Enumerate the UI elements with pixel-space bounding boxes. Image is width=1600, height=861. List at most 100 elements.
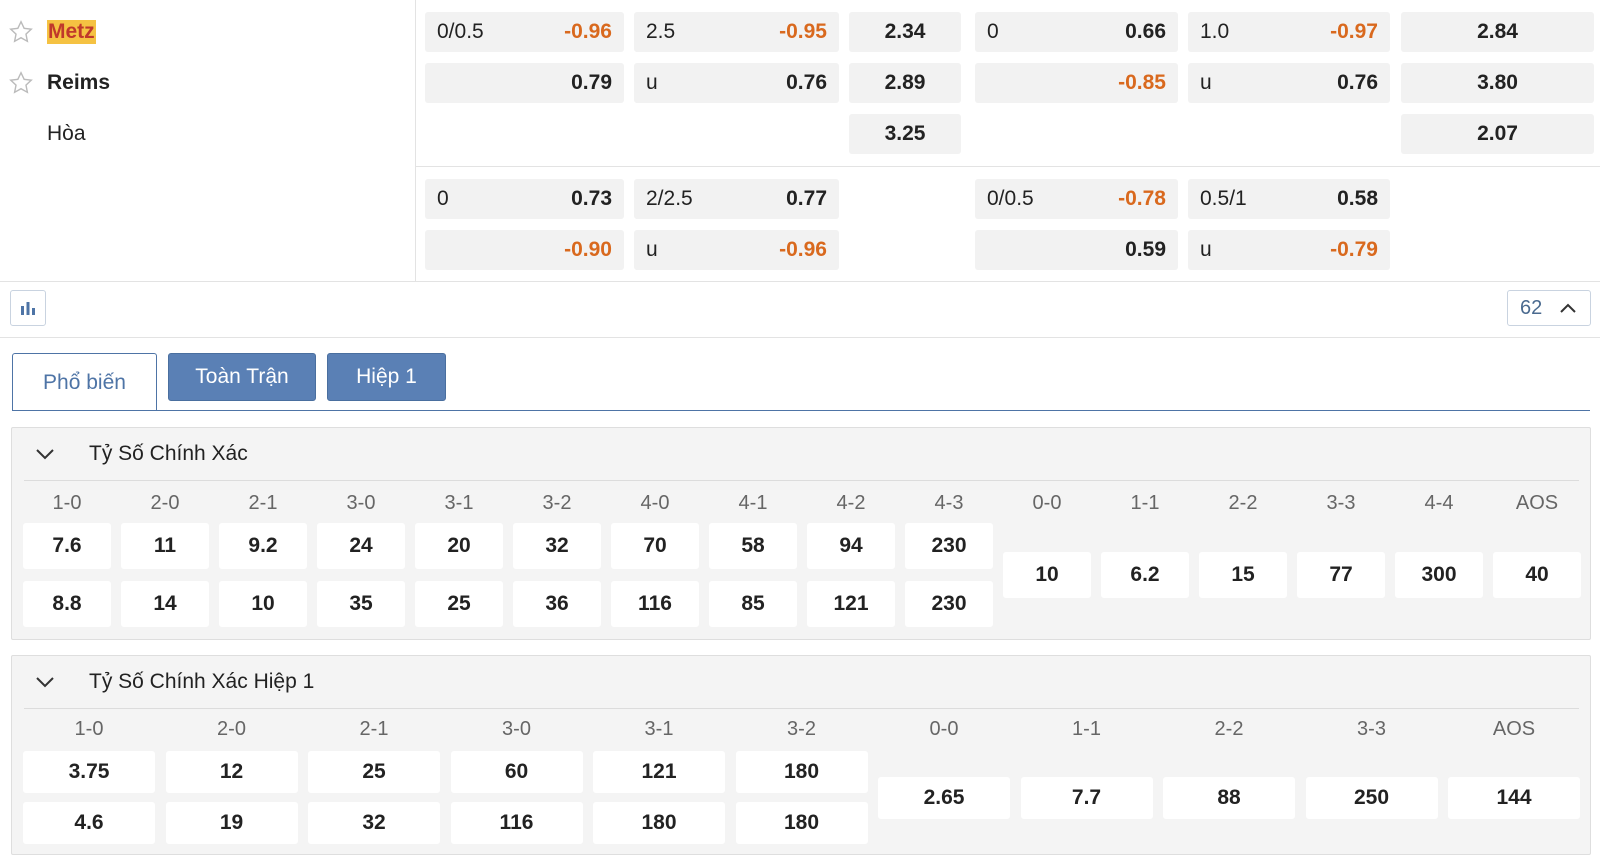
score-header: 2-2: [1214, 718, 1244, 740]
alt-ou-h1-over-odds[interactable]: 0.5/1 0.58: [1188, 179, 1390, 219]
market-toolbar: 62: [0, 282, 1600, 338]
x12-ft-draw-odds[interactable]: 3.25: [849, 114, 961, 154]
draw-score-odds[interactable]: 10: [1003, 552, 1091, 598]
x12-ft-away-odds[interactable]: 2.89: [849, 63, 961, 103]
panel-header[interactable]: Tỷ Số Chính Xác Hiệp 1: [24, 656, 1579, 709]
under-label: u: [1200, 71, 1212, 94]
odds-value: 2.84: [1477, 20, 1518, 43]
home-score-odds[interactable]: 11: [121, 523, 209, 569]
panel-title: Tỷ Số Chính Xác Hiệp 1: [89, 670, 315, 693]
draw-score-odds[interactable]: 7.7: [1020, 777, 1153, 819]
home-score-odds[interactable]: 20: [415, 523, 503, 569]
home-score-odds[interactable]: 60: [450, 751, 583, 793]
draw-score-odds[interactable]: 6.2: [1101, 552, 1189, 598]
handicap-line: 0: [437, 187, 449, 210]
away-score-odds[interactable]: 36: [513, 581, 601, 627]
ou-h1-under-odds[interactable]: u 0.76: [1188, 63, 1390, 103]
under-label: u: [1200, 238, 1212, 261]
score-header: AOS: [1515, 492, 1559, 514]
away-score-odds[interactable]: 14: [121, 581, 209, 627]
away-score-odds[interactable]: 32: [308, 802, 440, 844]
home-score-odds[interactable]: 121: [593, 751, 725, 793]
away-score-odds[interactable]: 121: [807, 581, 895, 627]
handicap-line: 0/0.5: [437, 20, 484, 43]
home-score-odds[interactable]: 9.2: [219, 523, 307, 569]
draw-score-odds[interactable]: 2.65: [878, 777, 1010, 819]
draw-score-odds[interactable]: 144: [1448, 777, 1580, 819]
under-label: u: [646, 238, 658, 261]
score-header: AOS: [1492, 718, 1536, 740]
tab-full-match[interactable]: Toàn Trận: [168, 353, 316, 401]
alt-hdp-h1-home-odds[interactable]: 0/0.5 -0.78: [975, 179, 1178, 219]
draw-score-odds[interactable]: 15: [1199, 552, 1287, 598]
home-score-odds[interactable]: 12: [165, 751, 298, 793]
away-score-odds[interactable]: 25: [415, 581, 503, 627]
home-score-odds[interactable]: 230: [905, 523, 993, 569]
away-score-odds[interactable]: 180: [593, 802, 725, 844]
away-score-odds[interactable]: 116: [450, 802, 583, 844]
score-header: 3-1: [644, 718, 674, 740]
hdp-ft-away-odds[interactable]: 0.79: [425, 63, 624, 103]
home-score-odds[interactable]: 3.75: [23, 751, 155, 793]
odds-value: 0.76: [1337, 71, 1378, 94]
alt-ou-ft-over-odds[interactable]: 2/2.5 0.77: [634, 179, 839, 219]
odds-value: -0.96: [779, 238, 827, 261]
draw-score-odds[interactable]: 88: [1163, 777, 1295, 819]
away-score-odds[interactable]: 8.8: [23, 581, 111, 627]
home-score-odds[interactable]: 180: [735, 751, 868, 793]
panel-title: Tỷ Số Chính Xác: [89, 442, 248, 465]
score-header: 2-1: [248, 492, 278, 514]
home-score-odds[interactable]: 32: [513, 523, 601, 569]
hdp-h1-away-odds[interactable]: -0.85: [975, 63, 1178, 103]
away-score-odds[interactable]: 116: [611, 581, 699, 627]
away-score-odds[interactable]: 19: [165, 802, 298, 844]
home-score-odds[interactable]: 25: [308, 751, 440, 793]
alt-hdp-ft-home-odds[interactable]: 0 0.73: [425, 179, 624, 219]
ou-h1-over-odds[interactable]: 1.0 -0.97: [1188, 12, 1390, 52]
home-score-odds[interactable]: 7.6: [23, 523, 111, 569]
away-score-odds[interactable]: 4.6: [23, 802, 155, 844]
ou-ft-under-odds[interactable]: u 0.76: [634, 63, 839, 103]
x12-h1-away-odds[interactable]: 3.80: [1401, 63, 1594, 103]
x12-ft-home-odds[interactable]: 2.34: [849, 12, 961, 52]
score-header: 4-2: [836, 492, 866, 514]
draw-score-odds[interactable]: 40: [1493, 552, 1581, 598]
star-icon[interactable]: [8, 19, 34, 45]
hdp-h1-home-odds[interactable]: 0 0.66: [975, 12, 1178, 52]
away-team-name: Reims: [47, 71, 111, 94]
away-score-odds[interactable]: 230: [905, 581, 993, 627]
away-team-row: Reims: [0, 63, 110, 103]
alt-hdp-h1-away-odds[interactable]: 0.59: [975, 230, 1178, 270]
alt-ou-ft-under-odds[interactable]: u -0.96: [634, 230, 839, 270]
odds-value: 0.77: [786, 187, 827, 210]
home-score-odds[interactable]: 94: [807, 523, 895, 569]
ou-ft-over-odds[interactable]: 2.5 -0.95: [634, 12, 839, 52]
chevron-down-icon[interactable]: [34, 674, 56, 690]
x12-h1-draw-odds[interactable]: 2.07: [1401, 114, 1594, 154]
total-line: 2/2.5: [646, 187, 693, 210]
alt-hdp-ft-away-odds[interactable]: -0.90: [425, 230, 624, 270]
panel-header[interactable]: Tỷ Số Chính Xác: [24, 428, 1579, 481]
hdp-ft-home-odds[interactable]: 0/0.5 -0.96: [425, 12, 624, 52]
draw-score-odds[interactable]: 300: [1395, 552, 1483, 598]
alt-ou-h1-under-odds[interactable]: u -0.79: [1188, 230, 1390, 270]
tab-first-half[interactable]: Hiệp 1: [327, 353, 446, 401]
tab-popular[interactable]: Phổ biến: [12, 353, 157, 411]
under-label: u: [646, 71, 658, 94]
home-score-odds[interactable]: 58: [709, 523, 797, 569]
home-score-odds[interactable]: 70: [611, 523, 699, 569]
away-score-odds[interactable]: 10: [219, 581, 307, 627]
x12-h1-home-odds[interactable]: 2.84: [1401, 12, 1594, 52]
odds-value: -0.90: [564, 238, 612, 261]
stats-button[interactable]: [10, 290, 46, 326]
draw-score-odds[interactable]: 250: [1305, 777, 1438, 819]
away-score-odds[interactable]: 85: [709, 581, 797, 627]
market-count-toggle[interactable]: 62: [1507, 290, 1591, 326]
chevron-down-icon[interactable]: [34, 446, 56, 462]
score-header: 0-0: [929, 718, 959, 740]
draw-score-odds[interactable]: 77: [1297, 552, 1385, 598]
star-icon[interactable]: [8, 70, 34, 96]
away-score-odds[interactable]: 35: [317, 581, 405, 627]
away-score-odds[interactable]: 180: [735, 802, 868, 844]
home-score-odds[interactable]: 24: [317, 523, 405, 569]
